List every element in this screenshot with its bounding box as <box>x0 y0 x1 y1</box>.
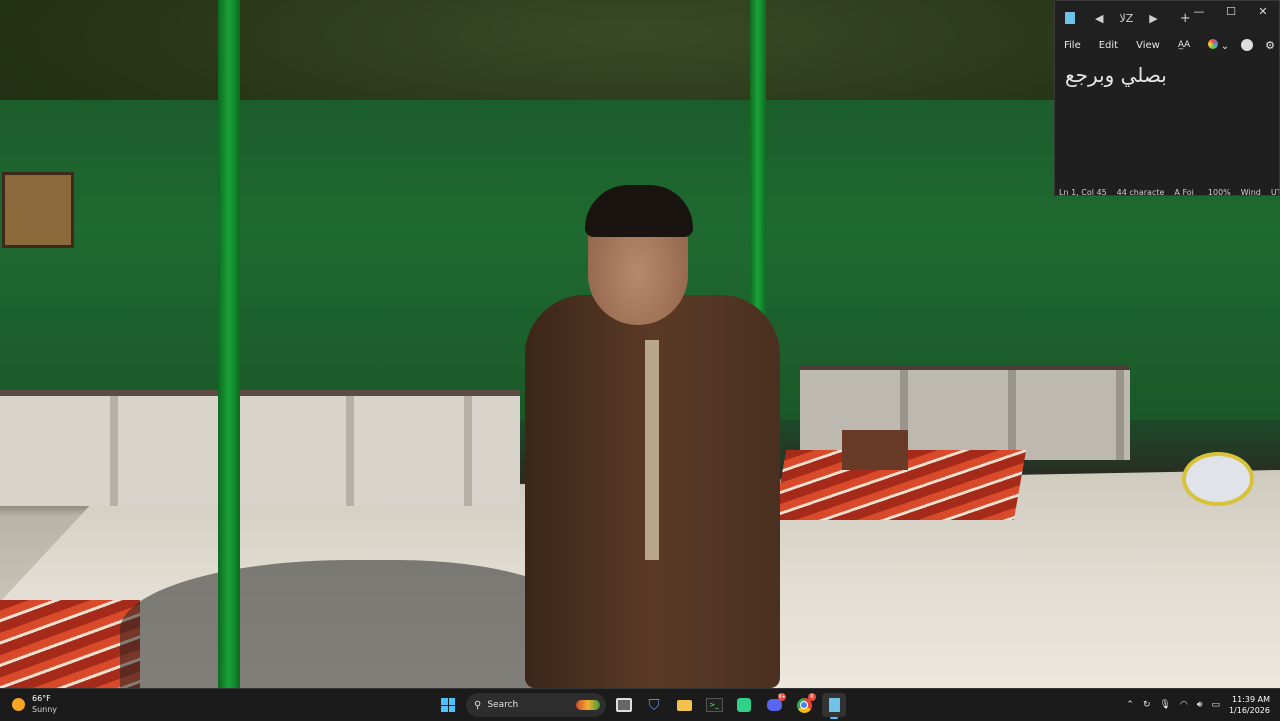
status-font[interactable]: A Foi <box>1174 188 1193 197</box>
chrome-icon[interactable]: K <box>792 693 816 717</box>
editor-text: بصلي وبرجع <box>1065 63 1167 87</box>
floor-shadow <box>120 560 580 688</box>
wall-lantern <box>2 172 74 248</box>
chrome-badge: K <box>808 693 816 701</box>
weather-temp: 66°F <box>32 694 51 703</box>
settings-gear-icon[interactable]: ⚙ <box>1265 39 1275 52</box>
weather-condition: Sunny <box>32 705 58 714</box>
taskbar: 66°F Sunny ⚲ Search ⛉ >_ 9+ K ⌃ ↻ 🎙︎ ◠ 🔊… <box>0 688 1280 721</box>
clock[interactable]: 11:39 AM 1/16/2026 <box>1229 694 1270 716</box>
tent-pole-left <box>218 0 240 688</box>
floor-fan <box>1182 452 1254 506</box>
status-position: Ln 1, Col 45 <box>1059 187 1107 197</box>
windows-logo-icon <box>441 698 455 712</box>
notepad-statusbar: Ln 1, Col 45 44 characte A Foi 100% Wind… <box>1055 181 1279 203</box>
chevron-up-icon[interactable]: ⌃ <box>1126 700 1134 710</box>
file-explorer-icon[interactable] <box>672 693 696 717</box>
menu-view[interactable]: View <box>1136 40 1160 51</box>
close-button[interactable]: ✕ <box>1247 1 1279 21</box>
tab-next-icon[interactable]: ▶ <box>1149 12 1157 25</box>
red-rug-left <box>0 600 140 688</box>
search-highlight-icon <box>576 700 600 710</box>
security-shield-icon[interactable]: ⛉ <box>642 693 666 717</box>
status-encoding[interactable]: UTF-8 <box>1271 188 1279 197</box>
sync-icon[interactable]: ↻ <box>1143 700 1151 710</box>
sun-icon <box>12 697 25 711</box>
status-line-ending[interactable]: Wind <box>1241 188 1261 197</box>
wifi-icon[interactable]: ◠ <box>1180 700 1188 710</box>
system-tray: ⌃ ↻ 🎙︎ ◠ 🔊︎ ▭ 11:39 AM 1/16/2026 <box>1126 692 1270 718</box>
account-avatar[interactable] <box>1241 39 1254 51</box>
notepad-editor[interactable]: بصلي وبرجع <box>1055 55 1279 181</box>
taskbar-center: ⚲ Search ⛉ >_ 9+ K <box>436 692 846 719</box>
robe-trim <box>645 340 659 560</box>
notepad-app-icon <box>1065 12 1075 24</box>
menu-edit[interactable]: Edit <box>1099 40 1118 51</box>
copilot-icon[interactable]: ⌄ <box>1207 38 1229 52</box>
tab-prev-icon[interactable]: ◀ <box>1095 12 1103 25</box>
green-app-icon[interactable] <box>732 693 756 717</box>
task-view-icon[interactable] <box>612 693 636 717</box>
notepad-tab[interactable]: ﻻZ <box>1119 12 1133 25</box>
clock-date: 1/16/2026 <box>1228 706 1270 715</box>
notepad-window[interactable]: ◀ ﻻZ ▶ + — ☐ ✕ File Edit View A̲A ⌄ ⚙ بص… <box>1054 0 1280 197</box>
status-characters: 44 characte <box>1116 187 1165 197</box>
volume-icon[interactable]: 🔊︎ <box>1197 700 1203 710</box>
weather-widget[interactable]: 66°F Sunny <box>12 693 57 715</box>
discord-badge: 9+ <box>778 693 786 701</box>
menu-file[interactable]: File <box>1064 40 1081 51</box>
status-zoom[interactable]: 100% <box>1208 188 1231 197</box>
taskbar-search[interactable]: ⚲ Search <box>466 693 606 717</box>
search-label: Search <box>487 700 519 710</box>
tent-pole-center <box>750 0 766 350</box>
wooden-box <box>842 430 908 470</box>
start-button[interactable] <box>436 693 460 717</box>
discord-icon[interactable]: 9+ <box>762 693 786 717</box>
battery-icon[interactable]: ▭ <box>1211 700 1220 710</box>
active-indicator <box>830 717 838 719</box>
search-icon: ⚲ <box>474 699 482 711</box>
notepad-titlebar[interactable]: ◀ ﻻZ ▶ + — ☐ ✕ <box>1055 1 1279 35</box>
font-icon: A <box>1174 187 1180 197</box>
clock-time: 11:39 AM <box>1232 695 1270 704</box>
notepad-taskbar-icon[interactable] <box>822 693 846 719</box>
floor-cushions-left <box>0 390 520 506</box>
minimize-button[interactable]: — <box>1183 1 1215 21</box>
microphone-icon[interactable]: 🎙︎ <box>1159 700 1170 710</box>
notepad-menubar: File Edit View A̲A ⌄ ⚙ <box>1055 35 1279 55</box>
terminal-icon[interactable]: >_ <box>702 693 726 717</box>
format-text-icon[interactable]: A̲A <box>1178 40 1190 50</box>
maximize-button[interactable]: ☐ <box>1215 1 1247 21</box>
